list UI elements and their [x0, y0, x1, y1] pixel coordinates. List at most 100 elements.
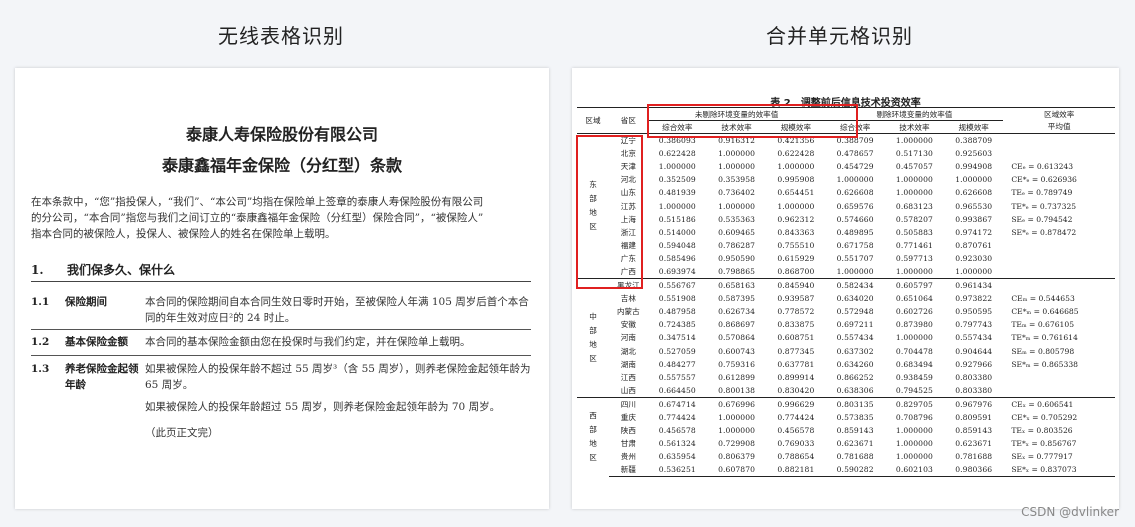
value-cell: 0.609465 [718, 227, 756, 237]
value-cell: 0.724385 [658, 320, 696, 330]
average-cell [1003, 252, 1115, 265]
value-cell: 1.000000 [836, 267, 874, 277]
value-cell: 0.803380 [955, 385, 993, 395]
clause-item: 1.2 基本保险金额 本合同的基本保险金额由您在投保时与我们约定，并在保险单上载… [31, 334, 531, 354]
intro-line: 的分公司，“本合同”指您与我们之间订立的“泰康鑫福年金保险（分红型）保险合同”，… [31, 212, 484, 224]
value-cell: 0.487958 [658, 307, 696, 317]
value-cell: 1.000000 [895, 438, 933, 448]
value-cell: 0.551908 [658, 293, 696, 303]
average-cell [1003, 132, 1115, 147]
table-row: 湖北 0.527059 0.600743 0.877345 0.637302 0.7044… [577, 345, 1115, 358]
value-cell: 0.769033 [777, 438, 815, 448]
table-row: 河北 0.352509 0.353958 0.995908 1.000000 1.0000… [577, 173, 1115, 186]
value-cell: 0.457057 [895, 161, 933, 171]
value-cell: 0.870761 [955, 241, 993, 251]
value-cell: 0.965530 [955, 201, 993, 211]
header-col: 规模效率 [944, 120, 1004, 134]
clause-divider [31, 355, 531, 356]
section-rule [31, 281, 531, 282]
value-cell: 0.873980 [895, 320, 933, 330]
clause-number: 1.1 [31, 296, 50, 308]
value-cell: 0.623671 [836, 438, 874, 448]
value-cell: 0.683123 [895, 201, 933, 211]
header-col: 技术效率 [884, 120, 945, 134]
value-cell: 0.605797 [884, 278, 945, 292]
value-cell: 0.484277 [658, 359, 696, 369]
average-cell [1003, 384, 1115, 397]
value-cell: 0.845940 [766, 278, 826, 292]
table-row: 重庆 0.774424 1.000000 0.774424 0.573835 0.7087… [577, 410, 1115, 423]
value-cell: 0.759316 [718, 359, 756, 369]
value-cell: 0.803135 [825, 396, 885, 411]
value-cell: 0.535363 [718, 214, 756, 224]
value-cell: 0.736402 [718, 188, 756, 198]
table-row: 新疆 0.536251 0.607870 0.882181 0.590282 0.6021… [577, 463, 1115, 477]
value-cell: 0.797743 [955, 320, 993, 330]
clause-text: 本合同的基本保险金额由您在投保时与我们约定，并在保险单上载明。 [145, 336, 471, 348]
value-cell: 0.973822 [955, 293, 993, 303]
clause-name: 养老保险金起领年龄 [65, 363, 139, 391]
header-province: 省区 [609, 107, 648, 134]
value-cell: 0.859143 [955, 425, 993, 435]
value-cell: 0.634020 [836, 293, 874, 303]
value-cell: 1.000000 [955, 175, 993, 185]
value-cell: 0.654451 [777, 188, 815, 198]
value-cell: 0.635954 [658, 452, 696, 462]
section-number: 1. [31, 263, 44, 277]
value-cell: 0.829705 [884, 396, 945, 411]
value-cell: 1.000000 [718, 201, 756, 211]
value-cell: 0.781688 [955, 452, 993, 462]
highlight-merged-header [647, 104, 858, 138]
value-cell: 0.557434 [955, 333, 993, 343]
table-row: 江苏 1.000000 1.000000 1.000000 0.659576 0.6831… [577, 199, 1115, 212]
value-cell: 0.638306 [836, 385, 874, 395]
heading-wireless-table: 无线表格识别 [218, 24, 344, 48]
value-cell: 1.000000 [718, 425, 756, 435]
value-cell: 0.602726 [895, 307, 933, 317]
average-cell: TE*ₑ = 0.737325 [1011, 201, 1077, 211]
value-cell: 0.676996 [706, 396, 767, 411]
table-row: 陕西 0.456578 1.000000 0.456578 0.859143 1.0000… [577, 424, 1115, 437]
value-cell: 0.904644 [955, 346, 993, 356]
table-panel: 表 2 调整前后信息技术投资效率 区域 省区 未剔除环境变量的效率值 剔除环境变… [572, 68, 1119, 509]
value-cell: 0.572948 [836, 307, 874, 317]
clause-number: 1.3 [31, 363, 50, 375]
value-cell: 0.557434 [836, 333, 874, 343]
average-cell: TE*ₘ = 0.761614 [1011, 333, 1078, 343]
header-avg: 区域效率 [1003, 107, 1115, 121]
value-cell: 1.000000 [658, 201, 696, 211]
value-cell: 0.478657 [836, 148, 874, 158]
intro-line: 指本合同的被保险人，投保人、被保险人的姓名在保险单上载明。 [31, 228, 336, 240]
value-cell: 0.489895 [836, 227, 874, 237]
intro-line: 在本条款中，“您”指投保人，“我们”、“本公司”均指在保险单上签章的泰康人寿保险… [31, 196, 484, 208]
clause-item: 1.1 保险期间 本合同的保险期间自本合同生效日零时开始，至被保险人年满 105… [31, 294, 531, 328]
value-cell: 0.833875 [777, 320, 815, 330]
value-cell: 0.774424 [777, 412, 815, 422]
region-cell: 中部地区 [577, 278, 609, 398]
value-cell: 1.000000 [955, 267, 993, 277]
value-cell: 0.622428 [777, 148, 815, 158]
value-cell: 0.608751 [777, 333, 815, 343]
value-cell: 0.803380 [955, 372, 993, 382]
table-row: 北京 0.622428 1.000000 0.622428 0.478657 0.5171… [577, 147, 1115, 160]
value-cell: 0.993867 [955, 214, 993, 224]
average-cell: TEₘ = 0.676105 [1011, 320, 1075, 330]
value-cell: 0.659576 [836, 201, 874, 211]
value-cell: 0.938459 [895, 372, 933, 382]
average-cell [1003, 265, 1115, 278]
watermark: CSDN @dvlinker [1021, 505, 1119, 519]
value-cell: 0.347514 [658, 333, 696, 343]
province-cell: 贵州 [620, 452, 636, 462]
value-cell: 0.693974 [658, 267, 696, 277]
product-title: 泰康鑫福年金保险（分红型）条款 [161, 156, 402, 175]
clause-text-block: 如果被保险人的投保年龄不超过 55 周岁³（含 55 周岁），则养老保险金起领年… [145, 361, 531, 441]
value-cell: 0.658163 [706, 278, 767, 292]
value-cell: 0.786287 [718, 241, 756, 251]
value-cell: 0.843363 [777, 227, 815, 237]
value-cell: 1.000000 [895, 188, 933, 198]
highlight-merged-region [576, 135, 643, 289]
value-cell: 1.000000 [718, 161, 756, 171]
table-row: 上海 0.515186 0.535363 0.962312 0.574660 0.5782… [577, 213, 1115, 226]
value-cell: 0.798865 [718, 267, 756, 277]
value-cell: 0.556767 [647, 278, 707, 292]
